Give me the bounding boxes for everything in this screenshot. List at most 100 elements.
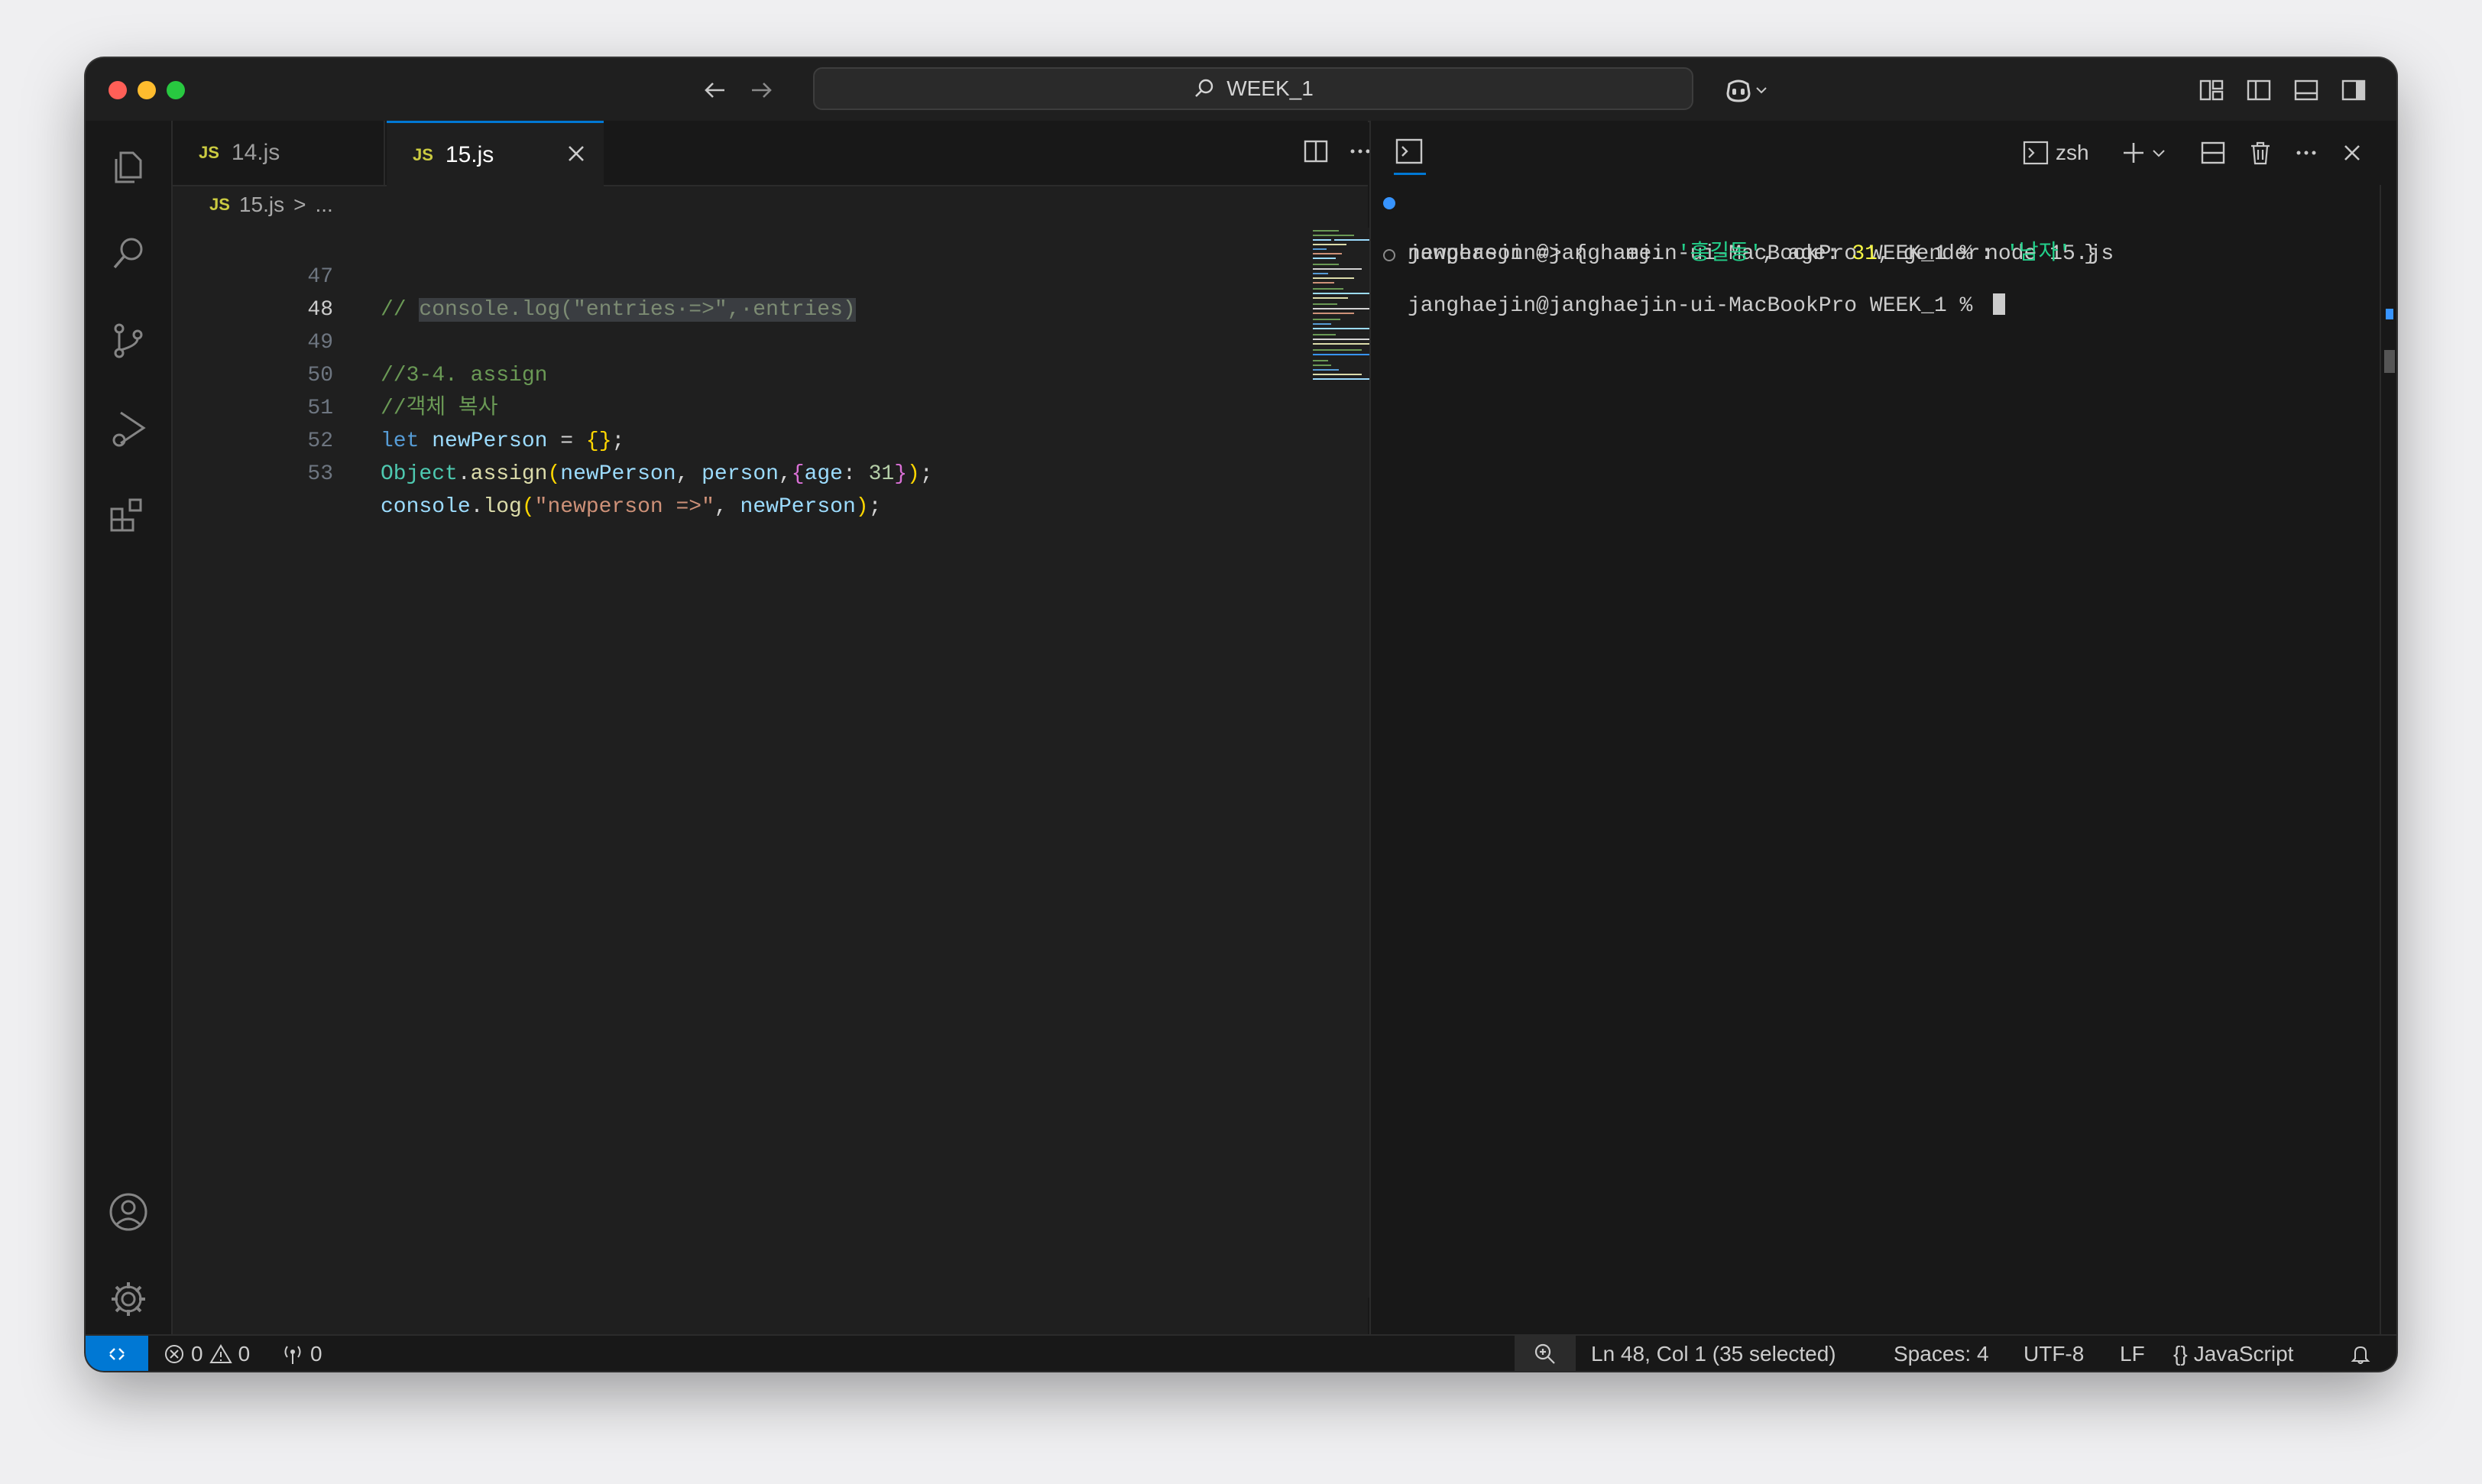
terminal-line: newperson => { name: '홍길동', age: 31, gen… [1371, 215, 2364, 266]
split-terminal-icon[interactable] [2199, 138, 2227, 168]
terminal-shell-selector[interactable]: zsh [2022, 138, 2089, 168]
code-editor[interactable]: 47 // console.log("entries·=>",·entries)… [173, 228, 1304, 1298]
status-bar: 0 0 0 Ln 48, Col 1 (35 selected) Spaces:… [86, 1334, 2396, 1371]
terminal-line: janghaejin@janghaejin-ui-MacBookPro WEEK… [1371, 190, 2364, 266]
code-token: ) [907, 462, 920, 486]
code-line: 51 let newPerson = {}; [173, 359, 1304, 453]
breadcrumb-symbols[interactable]: ... [315, 193, 332, 217]
manage-gear-icon[interactable] [107, 1278, 150, 1320]
code-token: , [676, 462, 702, 486]
line-number: 53 [307, 462, 333, 486]
code-token: person [702, 462, 779, 486]
run-debug-icon[interactable] [107, 407, 150, 449]
code-line: 52 Object.assign(newPerson, person,{age:… [173, 392, 1304, 486]
problems-indicator[interactable]: 0 0 [164, 1336, 250, 1371]
customize-layout-icon[interactable] [2196, 75, 2227, 105]
code-line: 47 // console.log("entries·=>",·entries) [173, 228, 1304, 322]
command-center-search[interactable]: WEEK_1 [813, 67, 1693, 110]
minimize-window-button[interactable] [138, 81, 156, 99]
js-file-icon: JS [209, 195, 230, 214]
back-arrow-icon[interactable] [700, 75, 731, 105]
code-token: ( [521, 495, 535, 519]
trash-icon[interactable] [2247, 138, 2274, 168]
code-token: : [843, 462, 869, 486]
zoom-window-button[interactable] [167, 81, 185, 99]
tab-label: 14.js [231, 140, 280, 165]
tab-15-js[interactable]: JS 15.js [387, 121, 604, 186]
warning-count: 0 [238, 1342, 251, 1366]
code-line: 53 console.log("newperson =>", newPerson… [173, 425, 1304, 519]
close-icon[interactable] [2340, 138, 2364, 168]
terminal-tab[interactable] [1394, 136, 1426, 175]
command-center-label: WEEK_1 [1226, 76, 1314, 100]
code-token: assign [470, 462, 548, 486]
command-success-icon[interactable] [1383, 197, 1395, 209]
code-token: , [778, 462, 792, 486]
terminal-icon [1395, 138, 1423, 164]
terminal-line: janghaejin@janghaejin-ui-MacBookPro WEEK… [1371, 241, 2364, 318]
remote-icon [109, 1348, 125, 1360]
terminal-scroll-thumb[interactable] [2384, 350, 2395, 373]
indentation-setting[interactable]: Spaces: 4 [1894, 1336, 1989, 1371]
terminal-toolbar: zsh [1371, 121, 2396, 185]
forward-arrow-icon[interactable] [746, 75, 776, 105]
js-file-icon: JS [199, 143, 219, 162]
encoding-setting[interactable]: UTF-8 [2024, 1336, 2084, 1371]
tab-14-js[interactable]: JS 14.js [173, 121, 385, 185]
explorer-icon[interactable] [107, 145, 150, 188]
close-icon[interactable] [564, 143, 588, 167]
chevron-right-icon: > [293, 193, 306, 216]
copilot-icon [1726, 79, 1751, 102]
code-token: , [714, 495, 740, 519]
zoom-icon[interactable] [1515, 1336, 1576, 1371]
eol-setting[interactable]: LF [2120, 1336, 2145, 1371]
toggle-panel-icon[interactable] [2291, 75, 2322, 105]
terminal-shell-label: zsh [2056, 141, 2089, 164]
code-line: 50 //객체 복사 [173, 326, 1304, 420]
split-editor-icon[interactable] [1302, 138, 1333, 168]
code-token: newPerson [740, 495, 856, 519]
code-token: . [470, 495, 484, 519]
extensions-icon[interactable] [107, 494, 150, 536]
code-token: Object [381, 462, 458, 486]
search-icon[interactable] [107, 232, 150, 275]
breadcrumb-file[interactable]: 15.js [239, 193, 284, 217]
code-token: . [457, 462, 471, 486]
close-window-button[interactable] [109, 81, 127, 99]
remote-indicator[interactable] [86, 1336, 148, 1371]
plus-icon [2124, 143, 2143, 163]
editor-area: JS 14.js JS 15.js JS 15.js > ... 47 // c… [173, 121, 1455, 1334]
error-icon [165, 1345, 183, 1363]
broadcast-icon [284, 1346, 301, 1364]
vscode-window: WEEK_1 JS 14.js JS 15.js JS 15.js > ... … [86, 58, 2396, 1371]
command-pending-icon[interactable] [1383, 249, 1395, 261]
copilot-menu[interactable] [1718, 75, 1774, 105]
language-mode[interactable]: {} JavaScript [2173, 1336, 2293, 1371]
js-file-icon: JS [413, 144, 433, 164]
code-token: log [483, 495, 522, 519]
ports-count: 0 [310, 1342, 322, 1366]
terminal-icon [2023, 141, 2049, 165]
more-actions-icon[interactable] [2292, 138, 2320, 168]
language-label: JavaScript [2193, 1342, 2294, 1366]
source-control-icon[interactable] [107, 319, 150, 362]
ports-indicator[interactable]: 0 [281, 1336, 322, 1371]
cursor-position[interactable]: Ln 48, Col 1 (35 selected) [1591, 1336, 1836, 1371]
code-token: ( [547, 462, 561, 486]
terminal-cursor [1993, 293, 2006, 315]
activity-bar [86, 121, 173, 1334]
toggle-primary-sidebar-icon[interactable] [2244, 75, 2274, 105]
terminal-prompt: janghaejin@janghaejin-ui-MacBookPro WEEK… [1408, 294, 1986, 318]
warning-icon [209, 1344, 232, 1363]
toggle-secondary-sidebar-icon[interactable] [2338, 75, 2369, 105]
code-line-current: 48 [173, 261, 1304, 322]
tab-label: 15.js [445, 141, 494, 167]
accounts-icon[interactable] [107, 1191, 150, 1233]
chevron-down-icon [1756, 87, 1767, 94]
bell-icon[interactable] [2349, 1336, 2372, 1371]
new-terminal-button[interactable] [2120, 138, 2167, 168]
code-token: ) [855, 495, 869, 519]
error-count: 0 [191, 1342, 203, 1366]
scrollbar-marker [2386, 309, 2393, 319]
code-token: ; [919, 462, 933, 486]
